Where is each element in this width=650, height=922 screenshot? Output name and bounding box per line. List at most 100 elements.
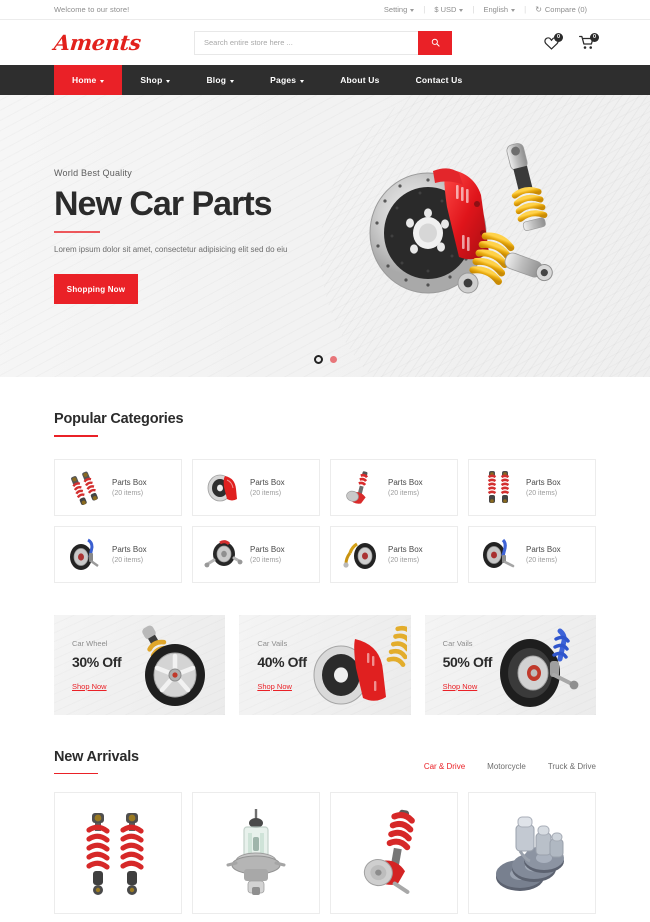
header-icons: 0 0 xyxy=(542,32,599,52)
twin-red-coil-springs-icon xyxy=(72,803,164,903)
popular-categories-header: Popular Categories xyxy=(54,377,596,437)
topbar-compare[interactable]: ↻ Compare (0) xyxy=(526,5,596,14)
hero-copy: World Best Quality New Car Parts Lorem i… xyxy=(54,168,354,305)
promo-copy: Car Vails 40% Off Shop Now xyxy=(239,638,307,691)
category-card[interactable]: Parts Box (20 items) xyxy=(54,525,182,583)
twin-coil-shock-icon xyxy=(478,466,520,508)
category-count: (20 items) xyxy=(526,489,558,497)
chevron-down-icon xyxy=(459,9,464,12)
nav-item-blog-label: Blog xyxy=(206,75,227,85)
hero-content: World Best Quality New Car Parts Lorem i… xyxy=(0,95,650,377)
promo-offer: 30% Off xyxy=(72,653,122,670)
chevron-down-icon xyxy=(511,9,516,12)
cart-button[interactable]: 0 xyxy=(578,32,599,52)
nav-item-about-us-label: About Us xyxy=(340,75,380,85)
category-count: (20 items) xyxy=(388,489,420,497)
category-name: Parts Box xyxy=(112,544,147,554)
category-name: Parts Box xyxy=(526,544,561,554)
wheel-axle-assembly-icon xyxy=(202,533,244,575)
topbar-links: Setting | $ USD | English | ↻ Compare (0… xyxy=(375,5,596,14)
category-name: Parts Box xyxy=(112,477,147,487)
topbar-currency[interactable]: $ USD xyxy=(425,5,472,14)
tyre-blue-coilover-icon xyxy=(488,623,592,711)
search-button[interactable] xyxy=(418,30,452,55)
category-card[interactable]: Parts Box (20 items) xyxy=(468,525,596,583)
search-input[interactable] xyxy=(194,30,418,55)
promo-kicker: Car Vails xyxy=(257,638,288,648)
carousel-dot-1[interactable] xyxy=(313,355,323,364)
promo-banner[interactable]: Car Wheel 30% Off Shop Now xyxy=(54,614,226,715)
promo-shop-now-link[interactable]: Shop Now xyxy=(72,682,121,691)
category-count: (20 items) xyxy=(250,556,282,564)
category-card-text: Parts Box (20 items) xyxy=(388,545,423,564)
category-card-text: Parts Box (20 items) xyxy=(250,478,285,497)
chevron-down-icon xyxy=(166,79,171,83)
category-name: Parts Box xyxy=(388,477,423,487)
tab-car-and-drive[interactable]: Car & Drive xyxy=(424,762,465,771)
wheel-blue-strut-icon xyxy=(64,533,106,575)
topbar-setting[interactable]: Setting xyxy=(375,5,423,14)
category-count: (20 items) xyxy=(250,489,282,497)
wishlist-button[interactable]: 0 xyxy=(542,32,563,52)
nav-item-blog[interactable]: Blog xyxy=(188,65,252,95)
category-card[interactable]: Parts Box (20 items) xyxy=(330,525,458,583)
chevron-down-icon xyxy=(100,79,105,83)
category-card-text: Parts Box (20 items) xyxy=(112,478,147,497)
nav-item-pages-label: Pages xyxy=(270,75,297,85)
wishlist-count-badge: 0 xyxy=(554,32,563,42)
category-name: Parts Box xyxy=(250,544,285,554)
category-card-text: Parts Box (20 items) xyxy=(250,545,285,564)
site-logo[interactable]: Aments xyxy=(53,30,196,55)
promo-section: Car Wheel 30% Off Shop Now Car Vails 40%… xyxy=(0,614,650,715)
carousel-dot-2[interactable] xyxy=(329,356,337,363)
nav-item-home-label: Home xyxy=(72,75,97,85)
topbar-setting-label: Setting xyxy=(383,5,408,14)
category-count: (20 items) xyxy=(526,556,558,564)
wheel-gold-shock-icon xyxy=(340,533,382,575)
category-card[interactable]: Parts Box (20 items) xyxy=(330,458,458,516)
category-card-text: Parts Box (20 items) xyxy=(388,478,423,497)
nav-item-about-us[interactable]: About Us xyxy=(322,65,397,95)
stacked-brake-discs-icon xyxy=(486,803,578,903)
nav-item-pages[interactable]: Pages xyxy=(252,65,322,95)
product-card[interactable] xyxy=(192,792,320,915)
shopping-now-button[interactable]: Shopping Now xyxy=(54,274,138,305)
search-bar xyxy=(194,30,452,55)
promo-banner[interactable]: Car Vails 50% Off Shop Now xyxy=(424,614,596,715)
promo-shop-now-link[interactable]: Shop Now xyxy=(443,682,492,691)
nav-item-shop[interactable]: Shop xyxy=(122,65,188,95)
twin-shock-absorber-icon xyxy=(64,466,106,508)
product-card[interactable] xyxy=(330,792,458,915)
category-count: (20 items) xyxy=(388,556,420,564)
promo-shop-now-link[interactable]: Shop Now xyxy=(257,682,306,691)
popular-categories-section: Popular Categories Parts Box (20 items) … xyxy=(0,377,650,583)
product-card[interactable] xyxy=(468,792,596,915)
hero-title-rule xyxy=(54,231,100,234)
category-card[interactable]: Parts Box (20 items) xyxy=(192,458,320,516)
promo-banner[interactable]: Car Vails 40% Off Shop Now xyxy=(239,614,411,715)
hero-banner: World Best Quality New Car Parts Lorem i… xyxy=(0,95,650,377)
chevron-down-icon xyxy=(230,79,235,83)
category-card[interactable]: Parts Box (20 items) xyxy=(468,458,596,516)
topbar-language[interactable]: English xyxy=(475,5,525,14)
category-count: (20 items) xyxy=(112,489,144,497)
nav-item-home[interactable]: Home xyxy=(54,65,123,95)
product-card[interactable] xyxy=(54,792,182,915)
nav-item-contact-us[interactable]: Contact Us xyxy=(398,65,481,95)
promo-copy: Car Vails 50% Off Shop Now xyxy=(425,639,493,691)
hero-eyebrow: World Best Quality xyxy=(54,167,132,178)
category-card[interactable]: Parts Box (20 items) xyxy=(192,525,320,583)
category-card[interactable]: Parts Box (20 items) xyxy=(54,458,182,516)
topbar-language-label: English xyxy=(483,5,509,14)
nav-item-shop-label: Shop xyxy=(140,75,163,85)
new-arrivals-title: New Arrivals xyxy=(54,748,139,765)
category-count: (20 items) xyxy=(112,556,144,564)
cart-count-badge: 0 xyxy=(590,32,599,42)
nav-item-contact-us-label: Contact Us xyxy=(415,75,463,85)
category-card-text: Parts Box (20 items) xyxy=(112,545,147,564)
tab-motorcycle[interactable]: Motorcycle xyxy=(487,762,526,771)
tab-truck-and-drive[interactable]: Truck & Drive xyxy=(548,762,596,771)
new-arrivals-title-block: New Arrivals xyxy=(54,749,139,775)
red-strut-brake-assembly-icon xyxy=(348,803,440,903)
category-card-text: Parts Box (20 items) xyxy=(526,478,561,497)
